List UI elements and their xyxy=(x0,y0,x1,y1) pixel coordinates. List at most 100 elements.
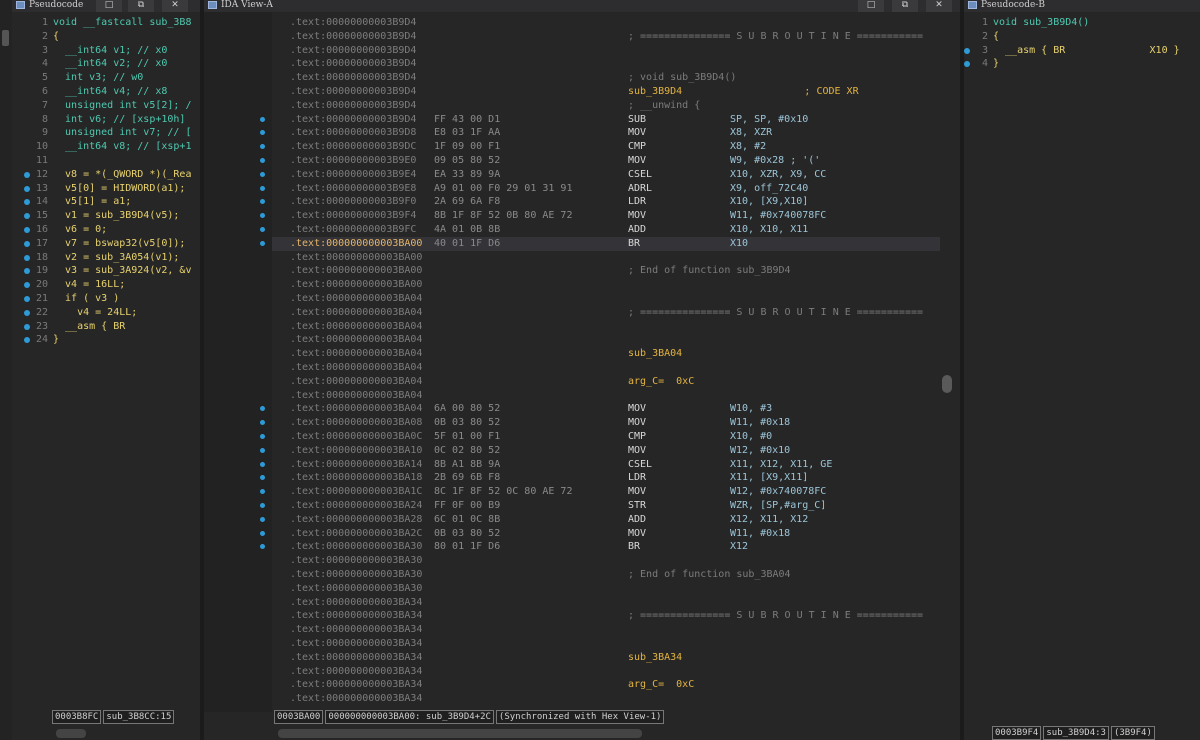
dock-handle[interactable] xyxy=(2,30,9,46)
status-address: 0003B9F4 xyxy=(992,726,1042,740)
address: .text:000000000003BA34 xyxy=(290,679,423,691)
opcode-bytes: 2A 69 6A F8 xyxy=(434,196,501,208)
address: .text:000000000003BA04 xyxy=(290,293,423,304)
maximize-button[interactable]: □ xyxy=(858,0,884,12)
code-line: __int64 v1; // x0 xyxy=(53,44,168,56)
code-line: } xyxy=(993,58,1000,70)
horizontal-scrollbar[interactable] xyxy=(278,729,642,738)
breakpoint-marker xyxy=(24,309,30,316)
address: .text:000000000003BA34 xyxy=(290,624,423,636)
code-line: v3 = sub_3A924(v2, &v xyxy=(53,265,192,277)
code-line: { xyxy=(53,30,60,42)
ida-view-status: 0003BA00 000000000003BA00: sub_3B9D4+2C (S… xyxy=(274,710,666,724)
instruction: sub_3BA04 xyxy=(628,348,683,360)
code-line: v6 = 0; xyxy=(53,224,108,235)
address: .text:000000000003BA30 xyxy=(290,555,423,567)
opcode-bytes: FF 43 00 D1 xyxy=(434,113,501,125)
opcode-bytes: 0C 02 80 52 xyxy=(434,444,501,456)
address: .text:000000000003BA28 xyxy=(290,513,423,525)
address: .text:000000000003BA00 xyxy=(290,237,423,249)
pseudocode-b-editor[interactable]: 1 void sub_3B9D4() 2{3 __asm { BR X10 } 4} xyxy=(964,16,1200,71)
pseudocode-a-title: Pseudocode xyxy=(29,0,84,10)
address: .text:000000000003BA34 xyxy=(290,610,423,622)
line-number: 14 xyxy=(35,196,48,208)
pseudocode-icon xyxy=(968,1,977,9)
address: .text:00000000003B9F4 xyxy=(290,210,417,222)
ida-view-icon xyxy=(208,1,217,9)
maximize-button[interactable]: □ xyxy=(96,0,122,12)
status-sync: (Synchronized with Hex View-1) xyxy=(495,710,665,724)
breakpoint-marker xyxy=(24,254,30,261)
instruction: MOV xyxy=(628,127,647,139)
code-line: __int64 v2; // x0 xyxy=(53,58,168,70)
address: .text:000000000003BA04 xyxy=(290,334,423,346)
instruction: ADD xyxy=(628,224,647,235)
code-line: int v3; // w0 xyxy=(53,72,144,84)
close-button[interactable]: ✕ xyxy=(926,0,952,12)
code-line: void __fastcall sub_3B8 xyxy=(53,17,192,28)
opcode-bytes: 6C 01 0C 8B xyxy=(434,513,501,525)
address: .text:000000000003BA34 xyxy=(290,651,423,663)
instruction: ; =============== S U B R O U T I N E ==… xyxy=(628,306,924,318)
operands: X11, [X9,X11] xyxy=(730,472,809,484)
address: .text:000000000003BA0C xyxy=(290,431,423,442)
operands: X10, [X9,X10] xyxy=(730,196,809,208)
breakpoint-marker xyxy=(260,461,265,467)
line-number: 3 xyxy=(41,44,48,56)
operands: X12 xyxy=(730,541,749,553)
code-line: __int64 v8; // [xsp+1 xyxy=(53,141,192,153)
operands: X9, off_72C40 xyxy=(730,182,809,194)
line-number: 2 xyxy=(981,30,988,42)
pseudocode-b-titlebar[interactable]: Pseudocode-B xyxy=(964,0,1200,12)
address: .text:000000000003BA00 xyxy=(290,265,423,277)
line-number: 18 xyxy=(35,251,48,263)
status-offset: (3B9F4) xyxy=(1110,726,1155,740)
address: .text:00000000003B9DC xyxy=(290,141,417,153)
restore-button[interactable]: ⧉ xyxy=(892,0,918,12)
address: .text:00000000003B9D4 xyxy=(290,30,417,42)
pseudocode-a-editor[interactable]: 1 void __fastcall sub_3B8 2 {3 __int64 v1; … xyxy=(12,16,200,347)
operands: W11, #0x740078FC xyxy=(730,210,827,222)
address: .text:000000000003BA1C xyxy=(290,486,423,498)
line-number: 16 xyxy=(35,224,48,235)
breakpoint-marker xyxy=(260,434,265,439)
address: .text:000000000003BA10 xyxy=(290,444,423,456)
instruction: sub_3BA34 xyxy=(628,651,683,663)
opcode-bytes: 8B 1F 8F 52 0B 80 AE 72 xyxy=(434,210,573,222)
operands: X11, X12, X11, GE xyxy=(730,458,833,470)
code-line: unsigned int v5[2]; / xyxy=(53,99,192,111)
instruction: ADD xyxy=(628,513,647,525)
address: .text:00000000003B9F0 xyxy=(290,196,417,208)
code-line: v5[1] = a1; xyxy=(53,196,132,208)
restore-button[interactable]: ⧉ xyxy=(128,0,154,12)
instruction: LDR xyxy=(628,472,647,484)
vertical-scrollbar-thumb[interactable] xyxy=(942,375,952,393)
operands: X8, #2 xyxy=(730,141,767,153)
opcode-bytes: 40 01 1F D6 xyxy=(434,237,501,249)
instruction: BR xyxy=(628,541,641,553)
horizontal-scrollbar[interactable] xyxy=(56,729,86,738)
ida-view-titlebar[interactable]: IDA View-A xyxy=(204,0,960,12)
address: .text:000000000003BA2C xyxy=(290,527,423,539)
code-line: } xyxy=(53,334,60,346)
line-number: 6 xyxy=(41,86,48,97)
address: .text:000000000003BA04 xyxy=(290,375,423,387)
instruction: arg_C= 0xC xyxy=(628,375,695,387)
operands: W12, #0x740078FC xyxy=(730,486,827,498)
pseudocode-a-status: 0003B8FC sub_3B8CC:15 xyxy=(52,710,176,724)
operands: X10 xyxy=(730,237,749,249)
code-line: __asm { BR xyxy=(53,320,126,332)
instruction: ; =============== S U B R O U T I N E ==… xyxy=(628,30,924,42)
close-button[interactable]: ✕ xyxy=(162,0,188,12)
instruction: CSEL xyxy=(628,168,653,180)
address: .text:000000000003BA04 xyxy=(290,389,423,401)
address: .text:00000000003B9D4 xyxy=(290,99,417,111)
instruction: sub_3B9D4 xyxy=(628,86,683,97)
address: .text:000000000003BA34 xyxy=(290,596,423,608)
pseudocode-b-pane: Pseudocode-B 1 void sub_3B9D4() 2{3 __asm … xyxy=(964,0,1200,740)
line-number: 11 xyxy=(35,155,48,166)
instruction: MOV xyxy=(628,403,647,415)
instruction: arg_C= 0xC xyxy=(628,679,695,691)
line-number: 22 xyxy=(35,306,48,318)
address: .text:000000000003BA04 xyxy=(290,403,423,415)
